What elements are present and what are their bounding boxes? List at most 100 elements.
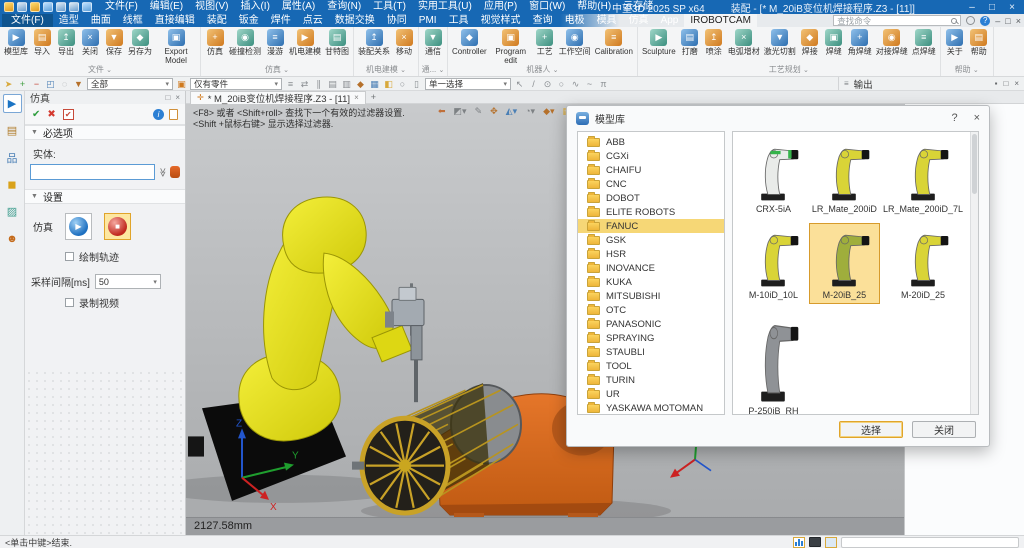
menu-item[interactable]: 帮助(H) (571, 0, 617, 14)
ribbon-button-保存[interactable]: ▼保存 (102, 28, 126, 57)
cube-icon[interactable]: ◆▾ (543, 106, 554, 117)
folder-TURIN[interactable]: TURIN (578, 373, 724, 387)
dialog-close-icon[interactable]: × (974, 112, 980, 124)
search-input[interactable]: 查找命令 (833, 15, 961, 26)
clock-icon[interactable]: ○ (397, 78, 408, 90)
ribbon-tab-查询[interactable]: 查询 (527, 14, 559, 27)
refresh-icon[interactable] (82, 2, 92, 12)
ribbon-tab-IROBOTCAM[interactable]: IROBOTCAM (684, 14, 757, 27)
folder-CGXi[interactable]: CGXi (578, 149, 724, 163)
zoom-icon[interactable]: ✎ (475, 106, 483, 117)
close-tab-icon[interactable]: × (354, 93, 359, 102)
ribbon-button-漫游[interactable]: ≡漫游 (263, 28, 287, 57)
folder-MITSUBISHI[interactable]: MITSUBISHI (578, 289, 724, 303)
folder-OTC[interactable]: OTC (578, 303, 724, 317)
select-button[interactable]: 选择 (839, 421, 903, 438)
pick-icon[interactable] (170, 166, 180, 178)
tool-icon[interactable]: ◧ (383, 78, 394, 90)
entity-input[interactable] (30, 164, 155, 180)
menu-item[interactable]: 查询(N) (321, 0, 367, 14)
ribbon-button-Export Model[interactable]: ▣Export Model (154, 28, 198, 65)
ribbon-button-模型库[interactable]: ▶模型库 (2, 28, 30, 57)
ribbon-tab-App[interactable]: App (655, 14, 685, 27)
settings-section-header[interactable]: ▼ 设置 (25, 189, 185, 204)
filter-all-dropdown[interactable]: 全部 ▾ (87, 78, 173, 90)
pan-icon[interactable]: ✥ (490, 106, 498, 117)
group-expander-icon[interactable]: ⌄ (973, 67, 979, 74)
pick-filter-icon[interactable]: ➤ (3, 78, 14, 90)
ribbon-button-帮助[interactable]: ▤帮助 (967, 28, 991, 57)
ribbon-tab-模具[interactable]: 模具 (591, 14, 623, 27)
tool-icon[interactable]: ≡ (285, 78, 296, 90)
chart-status-icon[interactable] (793, 537, 805, 548)
tool-icon[interactable]: ⇄ (299, 78, 310, 90)
tool-icon[interactable]: ↖ (514, 78, 525, 90)
close-button[interactable]: × (1006, 2, 1018, 13)
tool-icon[interactable]: / (528, 78, 539, 90)
globe-icon[interactable] (966, 16, 975, 25)
ribbon-button-关于[interactable]: ▶关于 (943, 28, 967, 57)
cancel-button[interactable]: ✖ (47, 109, 55, 120)
ribbon-button-仿真[interactable]: +仿真 (203, 28, 227, 57)
display-status-icon[interactable] (809, 537, 821, 547)
menu-item[interactable]: 插入(I) (234, 0, 275, 14)
ribbon-tab-造型[interactable]: 造型 (53, 14, 85, 27)
tab-file[interactable]: 文件(F) (2, 14, 53, 27)
tool-icon[interactable]: ▤ (327, 78, 338, 90)
ribbon-button-关闭[interactable]: ×关闭 (78, 28, 102, 57)
undo-icon[interactable] (56, 2, 66, 12)
shade-icon[interactable]: ◔▾ (525, 106, 535, 117)
ribbon-button-焊接[interactable]: ◆焊接 (798, 28, 822, 57)
robot-thumbnail-M-10iD_10L[interactable]: M-10iD_10L (738, 223, 809, 304)
page-icon[interactable] (169, 109, 178, 120)
scrollbar[interactable] (970, 132, 978, 414)
ribbon-button-甘特图[interactable]: ▤甘特图 (323, 28, 351, 57)
folder-CHAIFU[interactable]: CHAIFU (578, 163, 724, 177)
group-expander-icon[interactable]: ⌄ (400, 67, 406, 74)
ribbon-button-激光切割[interactable]: ▼激光切割 (762, 28, 798, 57)
dialog-help-icon[interactable]: ? (951, 112, 957, 124)
ribbon-button-Controller[interactable]: ◆Controller (450, 28, 489, 57)
view-icon[interactable]: ◩▾ (454, 106, 467, 117)
ribbon-button-Calibration[interactable]: ≡Calibration (593, 28, 635, 57)
restore-button[interactable]: □ (986, 2, 998, 13)
dock-icon[interactable]: □ (165, 93, 170, 102)
tool-icon[interactable]: ○ (556, 78, 567, 90)
menu-item[interactable]: 属性(A) (276, 0, 321, 14)
new-file-icon[interactable] (17, 2, 27, 12)
float-icon[interactable]: □ (1003, 79, 1008, 88)
stop-button[interactable]: ■ (104, 213, 131, 240)
ribbon-tab-焊件[interactable]: 焊件 (265, 14, 297, 27)
selection-mode-dropdown[interactable]: 单一选择 ▾ (425, 78, 511, 90)
group-expander-icon[interactable]: ⌄ (283, 67, 289, 74)
dialog-title-bar[interactable]: 模型库 ? × (567, 106, 989, 130)
apply-checkbox-icon[interactable]: ✔ (63, 109, 74, 120)
ribbon-button-另存为[interactable]: ◆另存为 (126, 28, 154, 57)
ribbon-button-装配关系[interactable]: ↥装配关系 (356, 28, 392, 57)
confirm-button[interactable]: ✔ (32, 109, 40, 120)
help-icon[interactable]: ? (980, 16, 990, 26)
ribbon-button-角焊缝[interactable]: +角焊缝 (846, 28, 874, 57)
tool-icon[interactable]: ∿ (570, 78, 581, 90)
ribbon-tab-直接编辑[interactable]: 直接编辑 (149, 14, 201, 27)
robot-thumbnail-LR_Mate_200iD_7L[interactable]: LR_Mate_200iD_7L (880, 137, 966, 218)
tool-icon[interactable]: ⊙ (542, 78, 553, 90)
ribbon-button-工作空间[interactable]: ◉工作空间 (557, 28, 593, 57)
folder-HSR[interactable]: HSR (578, 247, 724, 261)
window-select-icon[interactable]: ◰ (45, 78, 56, 90)
doc-restore-button[interactable]: □ (1005, 16, 1010, 26)
folder-STAUBLI[interactable]: STAUBLI (578, 345, 724, 359)
menu-item[interactable]: 应用(P) (478, 0, 523, 14)
tool-icon[interactable]: π (598, 78, 609, 90)
folder-KUKA[interactable]: KUKA (578, 275, 724, 289)
ribbon-tab-点云[interactable]: 点云 (297, 14, 329, 27)
ribbon-tab-数据交换[interactable]: 数据交换 (329, 14, 381, 27)
folder-UR[interactable]: UR (578, 387, 724, 401)
remove-entity-icon[interactable]: − (31, 78, 42, 90)
robot-thumbnail-M-20iD_25[interactable]: M-20iD_25 (880, 223, 966, 304)
close-button[interactable]: 关闭 (912, 421, 976, 438)
ribbon-button-移动[interactable]: ×移动 (392, 28, 416, 57)
ribbon-button-导出[interactable]: ↥导出 (54, 28, 78, 57)
exit-icon[interactable]: ⬅ (438, 106, 446, 117)
group-expander-icon[interactable]: ⌄ (553, 67, 559, 74)
